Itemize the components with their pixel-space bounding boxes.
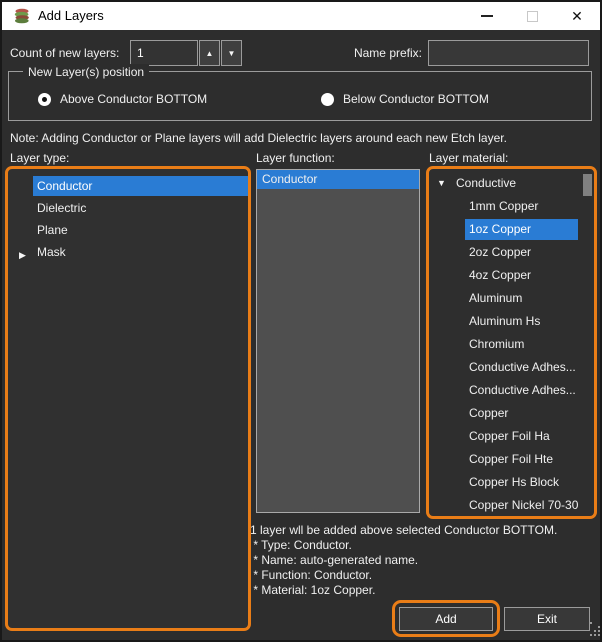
item-label: Copper Foil Ha (469, 426, 550, 447)
item-label: 2oz Copper (469, 242, 531, 263)
item-label: Conductor (37, 176, 92, 196)
add-layers-dialog: Add Layers ✕ Count of new layers: ▲ ▼ Na… (0, 0, 602, 642)
spin-down-button[interactable]: ▼ (221, 40, 242, 66)
name-prefix-input[interactable] (428, 40, 589, 66)
radio-above-conductor-bottom[interactable]: Above Conductor BOTTOM (38, 91, 207, 107)
name-prefix-label: Name prefix: (330, 45, 422, 61)
material-item[interactable]: Conductive Adhes... (429, 357, 594, 378)
radio-below-conductor-bottom[interactable]: Below Conductor BOTTOM (321, 91, 489, 107)
expand-arrow-icon[interactable]: ▶ (19, 245, 26, 265)
summary-line: * Function: Conductor. (250, 568, 372, 582)
add-button[interactable]: Add (399, 607, 493, 631)
radio-label: Below Conductor BOTTOM (343, 92, 489, 106)
item-label: Conductive (456, 173, 516, 194)
item-label: Aluminum Hs (469, 311, 540, 332)
item-label: Conductor (257, 170, 419, 189)
material-item[interactable]: 2oz Copper (429, 242, 594, 263)
material-item[interactable]: Copper Foil Ha (429, 426, 594, 447)
item-label: Chromium (469, 334, 524, 355)
collapse-arrow-icon[interactable]: ▼ (437, 173, 446, 194)
material-item[interactable]: Aluminum (429, 288, 594, 309)
minimize-icon (481, 15, 493, 17)
summary-line: * Name: auto-generated name. (250, 553, 418, 567)
count-spinbox: ▲ ▼ (130, 40, 242, 66)
item-label: Plane (37, 220, 68, 240)
close-button[interactable]: ✕ (560, 2, 594, 30)
item-label: Conductive Adhes... (469, 380, 576, 401)
material-item[interactable]: Copper Hs Block (429, 472, 594, 493)
radio-label: Above Conductor BOTTOM (60, 92, 207, 106)
item-label: Copper Hs Block (469, 472, 559, 493)
layer-type-label: Layer type: (10, 150, 69, 166)
resize-grip[interactable] (590, 622, 592, 624)
minimize-button[interactable] (470, 2, 504, 30)
group-title: New Layer(s) position (23, 64, 149, 80)
material-item[interactable]: Aluminum Hs (429, 311, 594, 332)
material-item[interactable]: Copper (429, 403, 594, 424)
radio-unselected-icon (321, 93, 334, 106)
layer-type-item-mask[interactable]: ▶ Mask (8, 242, 248, 262)
layer-type-item-conductor[interactable]: Conductor (8, 176, 248, 196)
spin-up-button[interactable]: ▲ (199, 40, 220, 66)
layer-material-label: Layer material: (429, 150, 508, 166)
material-item[interactable]: 1mm Copper (429, 196, 594, 217)
layer-material-tree: ▼ Conductive 1mm Copper 1oz Copper 2oz C… (429, 169, 594, 516)
scrollbar-thumb[interactable] (583, 174, 592, 196)
maximize-button (515, 2, 549, 30)
count-input[interactable] (130, 40, 198, 66)
layer-function-label: Layer function: (256, 150, 335, 166)
maximize-icon (527, 11, 538, 22)
titlebar: Add Layers ✕ (2, 2, 600, 30)
item-label: Conductive Adhes... (469, 357, 576, 378)
item-label: 1oz Copper (469, 219, 531, 240)
material-item[interactable]: Copper Foil Hte (429, 449, 594, 470)
item-label: Copper (469, 403, 508, 424)
item-label: 4oz Copper (469, 265, 531, 286)
exit-button[interactable]: Exit (504, 607, 590, 631)
radio-selected-icon (38, 93, 51, 106)
layer-function-list: Conductor (256, 169, 420, 513)
new-layers-position-group: New Layer(s) position Above Conductor BO… (8, 71, 592, 121)
count-of-new-layers-label: Count of new layers: (10, 45, 119, 61)
close-icon: ✕ (571, 9, 583, 23)
layer-type-item-plane[interactable]: Plane (8, 220, 248, 240)
item-label: Copper Nickel 70-30 (469, 495, 578, 516)
spin-down-icon: ▼ (228, 49, 236, 58)
summary-line: 1 layer wll be added above selected Cond… (250, 523, 557, 537)
material-item[interactable]: Conductive Adhes... (429, 380, 594, 401)
exit-button-label: Exit (537, 612, 557, 626)
summary-block: 1 layer wll be added above selected Cond… (250, 523, 557, 598)
item-label: Mask (37, 242, 66, 262)
summary-line: * Material: 1oz Copper. (250, 583, 375, 597)
window-title: Add Layers (38, 2, 104, 30)
spin-up-icon: ▲ (206, 49, 214, 58)
note-text: Note: Adding Conductor or Plane layers w… (10, 130, 507, 146)
material-item[interactable]: Chromium (429, 334, 594, 355)
layer-function-item-conductor[interactable]: Conductor (257, 170, 419, 189)
item-label: Copper Foil Hte (469, 449, 553, 470)
item-label: 1mm Copper (469, 196, 538, 217)
summary-line: * Type: Conductor. (250, 538, 352, 552)
item-label: Aluminum (469, 288, 522, 309)
add-button-label: Add (435, 612, 456, 626)
layer-type-list: Conductor Dielectric Plane ▶ Mask (8, 169, 248, 628)
material-item[interactable]: 4oz Copper (429, 265, 594, 286)
layers-stack-icon (13, 7, 31, 25)
material-item-selected[interactable]: 1oz Copper (429, 219, 594, 240)
material-item[interactable]: Copper Nickel 70-30 (429, 495, 594, 516)
material-group-conductive[interactable]: ▼ Conductive (429, 173, 594, 194)
layer-type-item-dielectric[interactable]: Dielectric (8, 198, 248, 218)
item-label: Dielectric (37, 198, 86, 218)
